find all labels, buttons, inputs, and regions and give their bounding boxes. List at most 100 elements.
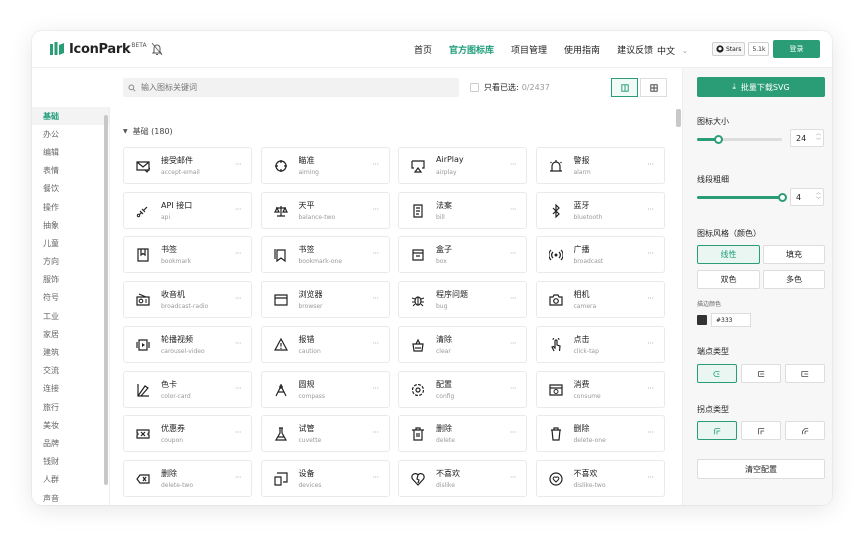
more-options-icon[interactable]: ··· (510, 205, 517, 214)
nav-feedback[interactable]: 建议反馈 (617, 43, 653, 56)
login-button[interactable]: 登录 (773, 40, 820, 58)
linecap-round-button[interactable] (697, 364, 737, 383)
search-box[interactable] (123, 78, 459, 97)
icon-card[interactable]: 法案 bill ··· (398, 191, 527, 229)
size-slider[interactable] (697, 135, 782, 144)
nav-home[interactable]: 首页 (414, 43, 432, 56)
stroke-slider-knob[interactable] (777, 193, 787, 202)
sidebar-item-office[interactable]: 办公 (32, 125, 109, 143)
icon-card[interactable]: 书签 bookmark-one ··· (260, 236, 390, 274)
view-list-button[interactable] (611, 78, 638, 97)
more-options-icon[interactable]: ··· (510, 428, 517, 437)
more-options-icon[interactable]: ··· (235, 205, 242, 214)
icon-card[interactable]: 相机 camera ··· (535, 281, 665, 319)
linejoin-round-button[interactable] (697, 421, 737, 440)
more-options-icon[interactable]: ··· (647, 339, 654, 348)
icon-card[interactable]: 程序问题 bug ··· (398, 281, 527, 319)
sidebar-item-edit[interactable]: 编辑 (32, 143, 109, 161)
sidebar-item-industry[interactable]: 工业 (32, 307, 109, 325)
color-swatch[interactable] (697, 315, 707, 325)
more-options-icon[interactable]: ··· (372, 473, 379, 482)
sidebar-item-home[interactable]: 家居 (32, 325, 109, 343)
sidebar-scrollbar[interactable] (104, 115, 108, 485)
more-options-icon[interactable]: ··· (647, 205, 654, 214)
icon-card[interactable]: AirPlay airplay ··· (398, 147, 527, 184)
icon-card[interactable]: 接受邮件 accept-email ··· (123, 147, 252, 184)
icon-card[interactable]: 报错 caution ··· (260, 325, 390, 363)
nav-guide[interactable]: 使用指南 (564, 43, 600, 56)
more-options-icon[interactable]: ··· (235, 294, 242, 303)
icon-card[interactable]: 轮播视频 carousel-video ··· (123, 325, 252, 363)
search-input[interactable] (141, 83, 441, 92)
icon-card[interactable]: 点击 click-tap ··· (535, 325, 665, 363)
language-select[interactable]: 中文 ⌄ (657, 44, 688, 58)
style-filled-button[interactable]: 填充 (763, 245, 825, 264)
icon-card[interactable]: 警报 alarm ··· (535, 147, 665, 184)
icon-card[interactable]: 收音机 broadcast-radio ··· (123, 281, 252, 319)
more-options-icon[interactable]: ··· (510, 384, 517, 393)
more-options-icon[interactable]: ··· (647, 294, 654, 303)
icon-card[interactable]: 配置 config ··· (398, 370, 527, 408)
sidebar-item-people[interactable]: 人群 (32, 471, 109, 489)
main-scrollbar[interactable] (676, 109, 681, 127)
more-options-icon[interactable]: ··· (647, 160, 654, 169)
sidebar-item-building[interactable]: 建筑 (32, 343, 109, 361)
more-options-icon[interactable]: ··· (647, 473, 654, 482)
more-options-icon[interactable]: ··· (647, 384, 654, 393)
more-options-icon[interactable]: ··· (235, 473, 242, 482)
more-options-icon[interactable]: ··· (372, 249, 379, 258)
sidebar-item-travel[interactable]: 旅行 (32, 398, 109, 416)
stepper-arrows-icon[interactable]: ︿ ﹀ (816, 131, 821, 145)
more-options-icon[interactable]: ··· (510, 473, 517, 482)
linejoin-miter-button[interactable] (741, 421, 781, 440)
logo[interactable]: IconPark BETA (49, 41, 147, 57)
icon-card[interactable]: 书签 bookmark ··· (123, 236, 252, 274)
stepper-arrows-icon[interactable]: ︿ ﹀ (816, 190, 821, 204)
style-multi-color-button[interactable]: 多色 (763, 270, 825, 289)
icon-card[interactable]: 瞄准 aiming ··· (260, 147, 390, 184)
sidebar-item-money[interactable]: 钱财 (32, 453, 109, 471)
more-options-icon[interactable]: ··· (235, 160, 242, 169)
sidebar-item-communicate[interactable]: 交流 (32, 362, 109, 380)
download-svg-button[interactable]: ⤓ 批量下载SVG (697, 77, 825, 97)
bell-icon[interactable] (151, 42, 163, 56)
only-selected-filter[interactable]: 只看已选: 0/2437 (470, 82, 550, 93)
section-header[interactable]: ▼ 基础 (180) (123, 126, 173, 137)
sidebar-item-operate[interactable]: 操作 (32, 198, 109, 216)
sidebar-item-basic[interactable]: 基础 (32, 107, 109, 126)
more-options-icon[interactable]: ··· (510, 339, 517, 348)
more-options-icon[interactable]: ··· (372, 294, 379, 303)
more-options-icon[interactable]: ··· (647, 249, 654, 258)
more-options-icon[interactable]: ··· (235, 428, 242, 437)
icon-card[interactable]: 删除 delete-one ··· (535, 415, 665, 453)
sidebar-item-abstract[interactable]: 抽象 (32, 216, 109, 234)
more-options-icon[interactable]: ··· (235, 339, 242, 348)
icon-card[interactable]: 广播 broadcast ··· (535, 236, 665, 274)
sidebar-item-child[interactable]: 儿童 (32, 234, 109, 252)
stroke-color-picker[interactable]: #333 (697, 313, 751, 327)
nav-projects[interactable]: 项目管理 (511, 43, 547, 56)
style-outline-button[interactable]: 线性 (697, 245, 760, 264)
nav-official-library[interactable]: 官方图标库 (449, 43, 494, 56)
sidebar-item-sound[interactable]: 声音 (32, 489, 109, 505)
sidebar-item-connect[interactable]: 连接 (32, 380, 109, 398)
icon-card[interactable]: 盒子 box ··· (398, 236, 527, 274)
more-options-icon[interactable]: ··· (372, 205, 379, 214)
style-two-tone-button[interactable]: 双色 (697, 270, 760, 289)
github-button[interactable]: Stars (712, 42, 746, 56)
more-options-icon[interactable]: ··· (372, 339, 379, 348)
linecap-butt-button[interactable] (741, 364, 781, 383)
more-options-icon[interactable]: ··· (372, 384, 379, 393)
icon-card[interactable]: 蓝牙 bluetooth ··· (535, 191, 665, 229)
sidebar-item-food[interactable]: 餐饮 (32, 180, 109, 198)
reset-config-button[interactable]: 清空配置 (697, 459, 825, 479)
linecap-square-button[interactable] (785, 364, 825, 383)
sidebar-item-arrows[interactable]: 方向 (32, 253, 109, 271)
more-options-icon[interactable]: ··· (510, 160, 517, 169)
icon-card[interactable]: 不喜欢 dislike ··· (398, 459, 527, 497)
icon-card[interactable]: 浏览器 browser ··· (260, 281, 390, 319)
size-stepper[interactable]: 24 ︿ ﹀ (790, 129, 824, 147)
github-stars[interactable]: Stars 5.1k (712, 42, 770, 56)
sidebar-item-symbol[interactable]: 符号 (32, 289, 109, 307)
stroke-width-slider[interactable] (697, 193, 787, 202)
